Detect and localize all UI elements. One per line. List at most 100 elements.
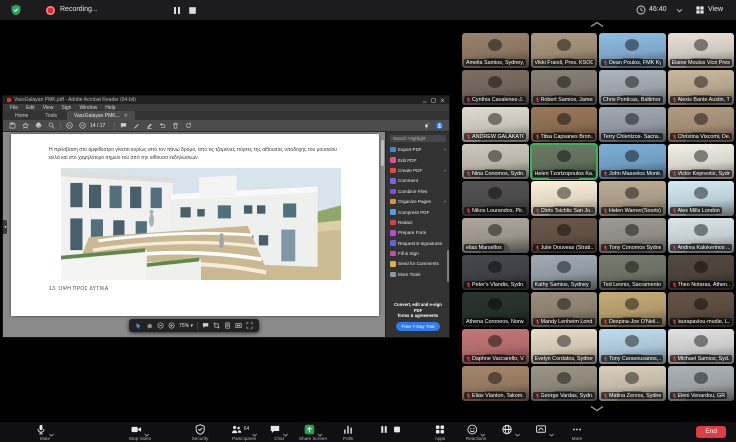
participant-tile[interactable]: Robert Samios, Jamesto... — [531, 70, 598, 105]
tool-item-fill-sign[interactable]: Fill & Sign — [390, 248, 446, 258]
participant-tile[interactable]: Tony Conomos Sydne... — [599, 218, 666, 253]
interpretation-control[interactable] — [502, 424, 521, 435]
participant-tile[interactable]: Peter's Vlandis, Sydn... — [462, 255, 529, 290]
pencil-icon[interactable] — [133, 122, 140, 129]
participant-tile[interactable]: Ted Leonis, Sacramento... — [599, 255, 666, 290]
encryption-shield-icon[interactable] — [10, 4, 22, 16]
trash-icon[interactable] — [172, 122, 179, 129]
comment-icon[interactable] — [120, 122, 127, 129]
timer-chevron-down-icon[interactable] — [676, 8, 683, 13]
participant-tile[interactable]: Terry Chlentzos- Sacra... — [599, 107, 666, 142]
participant-tile[interactable]: Elias Vlanton, Takom... — [462, 366, 529, 401]
tool-item-combine-files[interactable]: Combine Files — [390, 186, 446, 196]
tool-item-edit-pdf[interactable]: Edit PDF — [390, 155, 446, 165]
participant-tile[interactable]: Evelyn Cordatos, Sydney — [531, 329, 598, 364]
menu-sign[interactable]: Sign — [61, 105, 71, 111]
cursor-icon[interactable] — [135, 322, 142, 329]
tool-item-compress-pdf[interactable]: Compress PDF — [390, 207, 446, 217]
participant-tile[interactable]: Andrea Kalokerinos ... — [668, 218, 735, 253]
apps-control[interactable]: Apps — [435, 424, 446, 441]
tab-close-icon[interactable]: ✕ — [124, 113, 128, 119]
page-prev-icon[interactable] — [66, 122, 73, 129]
tab-tools[interactable]: Tools — [38, 111, 64, 120]
tool-item-organize-pages[interactable]: Organize Pages▾ — [390, 196, 446, 206]
tool-item-request-e-signatures[interactable]: Request E-signatures — [390, 238, 446, 248]
menu-window[interactable]: Window — [79, 105, 97, 111]
participant-tile[interactable]: Eleni Venardou, GR — [668, 366, 735, 401]
pause-control[interactable] — [379, 424, 390, 435]
menu-view[interactable]: View — [43, 105, 54, 111]
participant-tile[interactable]: Kathy Samios, Sydney — [531, 255, 598, 290]
crop-icon[interactable] — [213, 322, 220, 329]
save-icon[interactable] — [9, 122, 16, 129]
view-button[interactable]: View — [708, 6, 723, 13]
menu-file[interactable]: File — [10, 105, 18, 111]
tool-item-send-for-comments[interactable]: Send for Comments — [390, 259, 446, 269]
tab-document[interactable]: VassGalayan PMK... ✕ — [67, 111, 135, 120]
gallery-scroll-down-icon[interactable] — [589, 405, 605, 412]
end-meeting-button[interactable]: End — [696, 426, 726, 438]
panel-collapse-arrow[interactable]: ◄ — [3, 220, 7, 234]
minimize-icon[interactable] — [422, 98, 427, 103]
stop-control[interactable] — [392, 424, 403, 435]
zoom-level[interactable]: 75% ▾ — [179, 323, 193, 329]
participant-tile[interactable]: Alex Mills London — [668, 181, 735, 216]
participant-tile[interactable]: Alexis Bante Austin, TX — [668, 70, 735, 105]
gallery-scroll-up-icon[interactable] — [589, 21, 605, 28]
whiteboards-control[interactable] — [536, 424, 555, 435]
fullscreen-icon[interactable] — [246, 322, 253, 329]
participant-tile[interactable]: Matina Zervos, Sydney — [599, 366, 666, 401]
participant-tile[interactable]: Chris Ponticas, Baltimor... — [599, 70, 666, 105]
free-trial-button[interactable]: Free 7-Day Trial — [396, 322, 441, 331]
participant-tile[interactable]: John Masselos Montr... — [599, 144, 666, 179]
chevron-up-icon[interactable] — [549, 424, 555, 442]
participant-tile[interactable]: Helen Warner(Souris)... — [599, 181, 666, 216]
participant-tile[interactable]: Cynthia Cavalenes-J... — [462, 70, 529, 105]
polls-control[interactable]: Polls — [343, 424, 354, 441]
participant-tile[interactable]: Despina-Joe O'Neil... — [599, 292, 666, 327]
print-icon[interactable] — [35, 122, 42, 129]
participant-tile[interactable]: Christina Viscomi, De... — [668, 107, 735, 142]
document-scrollbar[interactable] — [381, 140, 384, 166]
tool-item-create-pdf[interactable]: Create PDF▾ — [390, 165, 446, 175]
search-icon[interactable] — [48, 122, 55, 129]
pause-recording-icon[interactable] — [172, 6, 182, 15]
tool-item-redact[interactable]: Redact — [390, 217, 446, 227]
participant-tile[interactable]: ANDREW GALAKATO... — [462, 107, 529, 142]
chevron-up-icon[interactable] — [515, 424, 521, 442]
participant-tile[interactable]: Vikki Fraioli, Pres. KSOCA — [531, 33, 598, 68]
participant-tile[interactable]: Nina Conomos, Sydn... — [462, 144, 529, 179]
refresh-icon[interactable] — [185, 122, 192, 129]
comment-icon[interactable] — [202, 322, 209, 329]
menu-help[interactable]: Help — [105, 105, 115, 111]
participant-tile[interactable]: Michael Samios, Syd... — [668, 329, 735, 364]
participant-tile[interactable]: Daphne Vaccarello, V... — [462, 329, 529, 364]
participant-tile[interactable]: George Vardas, Sydn... — [531, 366, 598, 401]
tool-item-export-pdf[interactable]: Export PDF▾ — [390, 145, 446, 155]
tab-home[interactable]: Home — [8, 111, 35, 120]
shield-control[interactable]: Security — [192, 424, 209, 441]
participant-tile[interactable]: Mandy Lenheim Lond... — [531, 292, 598, 327]
participant-tile[interactable]: Athena Coroneos, Norw... — [462, 292, 529, 327]
participant-tile[interactable]: elias Marsellos — [462, 218, 529, 253]
tool-item-more-tools[interactable]: More Tools — [390, 269, 446, 279]
participant-tile[interactable]: Nikos Lourandos, Pir... — [462, 181, 529, 216]
participant-tile[interactable]: laurapavlou-mudie, L... — [668, 292, 735, 327]
acrobat-titlebar[interactable]: VassGalayan PMK.pdf - Adobe Acrobat Read… — [3, 96, 449, 104]
fit-width-icon[interactable] — [235, 322, 242, 329]
participant-tile[interactable]: Titsa Capsanes Bron... — [531, 107, 598, 142]
tool-item-comment[interactable]: Comment — [390, 176, 446, 186]
participant-tile[interactable]: Chris Tsichlis San Jo... — [531, 181, 598, 216]
maximize-icon[interactable] — [431, 98, 436, 103]
mic-control[interactable]: Mute — [36, 424, 55, 441]
participant-tile[interactable]: Helen Tzortzopoulos Ka... — [531, 144, 598, 179]
participant-tile[interactable]: Dean Poulos, FMK Ky... — [599, 33, 666, 68]
pdf-document-area[interactable]: Η πρόσβαση στο αμφιθέατρο γίνεται κυρίως… — [3, 132, 385, 337]
page-thumb-icon[interactable] — [224, 322, 231, 329]
view-grid-icon[interactable] — [695, 5, 705, 15]
participant-tile[interactable]: Tony Caravousanos,... — [599, 329, 666, 364]
tool-item-prepare-form[interactable]: Prepare Form — [390, 228, 446, 238]
avatar-icon[interactable] — [436, 122, 443, 129]
participants-control[interactable]: 64Participants — [231, 424, 258, 441]
zoom-in-icon[interactable] — [168, 322, 175, 329]
